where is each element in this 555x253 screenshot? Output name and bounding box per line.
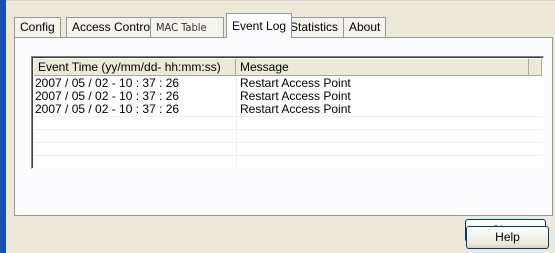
tab-mac-table[interactable]: MAC Table: [150, 17, 224, 37]
list-body: 2007 / 05 / 02 - 10 : 37 : 26 Restart Ac…: [34, 77, 542, 167]
list-header: Event Time (yy/mm/dd- hh:mm:ss) Message: [34, 59, 542, 76]
column-header-filler: [529, 59, 542, 76]
table-row[interactable]: 2007 / 05 / 02 - 10 : 37 : 26 Restart Ac…: [34, 77, 542, 90]
tab-about[interactable]: About: [343, 17, 387, 37]
message-cell: Restart Access Point: [240, 103, 351, 116]
tab-access-control[interactable]: Access Control: [66, 17, 159, 37]
tab-statistics[interactable]: Statistics: [284, 17, 345, 37]
tab-panel: Event Time (yy/mm/dd- hh:mm:ss) Message …: [14, 37, 553, 242]
window-content: Event Time (yy/mm/dd- hh:mm:ss) Message …: [6, 1, 555, 253]
message-cell: Restart Access Point: [240, 90, 351, 103]
event-time-cell: 2007 / 05 / 02 - 10 : 37 : 26: [35, 90, 180, 103]
event-time-cell: 2007 / 05 / 02 - 10 : 37 : 26: [35, 77, 180, 90]
message-cell: Restart Access Point: [240, 77, 351, 90]
table-row[interactable]: 2007 / 05 / 02 - 10 : 37 : 26 Restart Ac…: [34, 103, 542, 116]
help-button[interactable]: Help: [466, 226, 549, 249]
grid-line: [34, 129, 542, 130]
table-row[interactable]: 2007 / 05 / 02 - 10 : 37 : 26 Restart Ac…: [34, 90, 542, 103]
column-header-message[interactable]: Message: [236, 59, 529, 76]
grid-line: [34, 142, 542, 143]
tab-config[interactable]: Config: [14, 17, 61, 37]
event-time-cell: 2007 / 05 / 02 - 10 : 37 : 26: [35, 103, 180, 116]
tab-event-log[interactable]: Event Log: [226, 13, 293, 38]
event-log-list[interactable]: Event Time (yy/mm/dd- hh:mm:ss) Message …: [31, 56, 544, 169]
column-header-event-time[interactable]: Event Time (yy/mm/dd- hh:mm:ss): [34, 59, 236, 76]
grid-line: [34, 155, 542, 156]
grid-line: [34, 116, 542, 117]
